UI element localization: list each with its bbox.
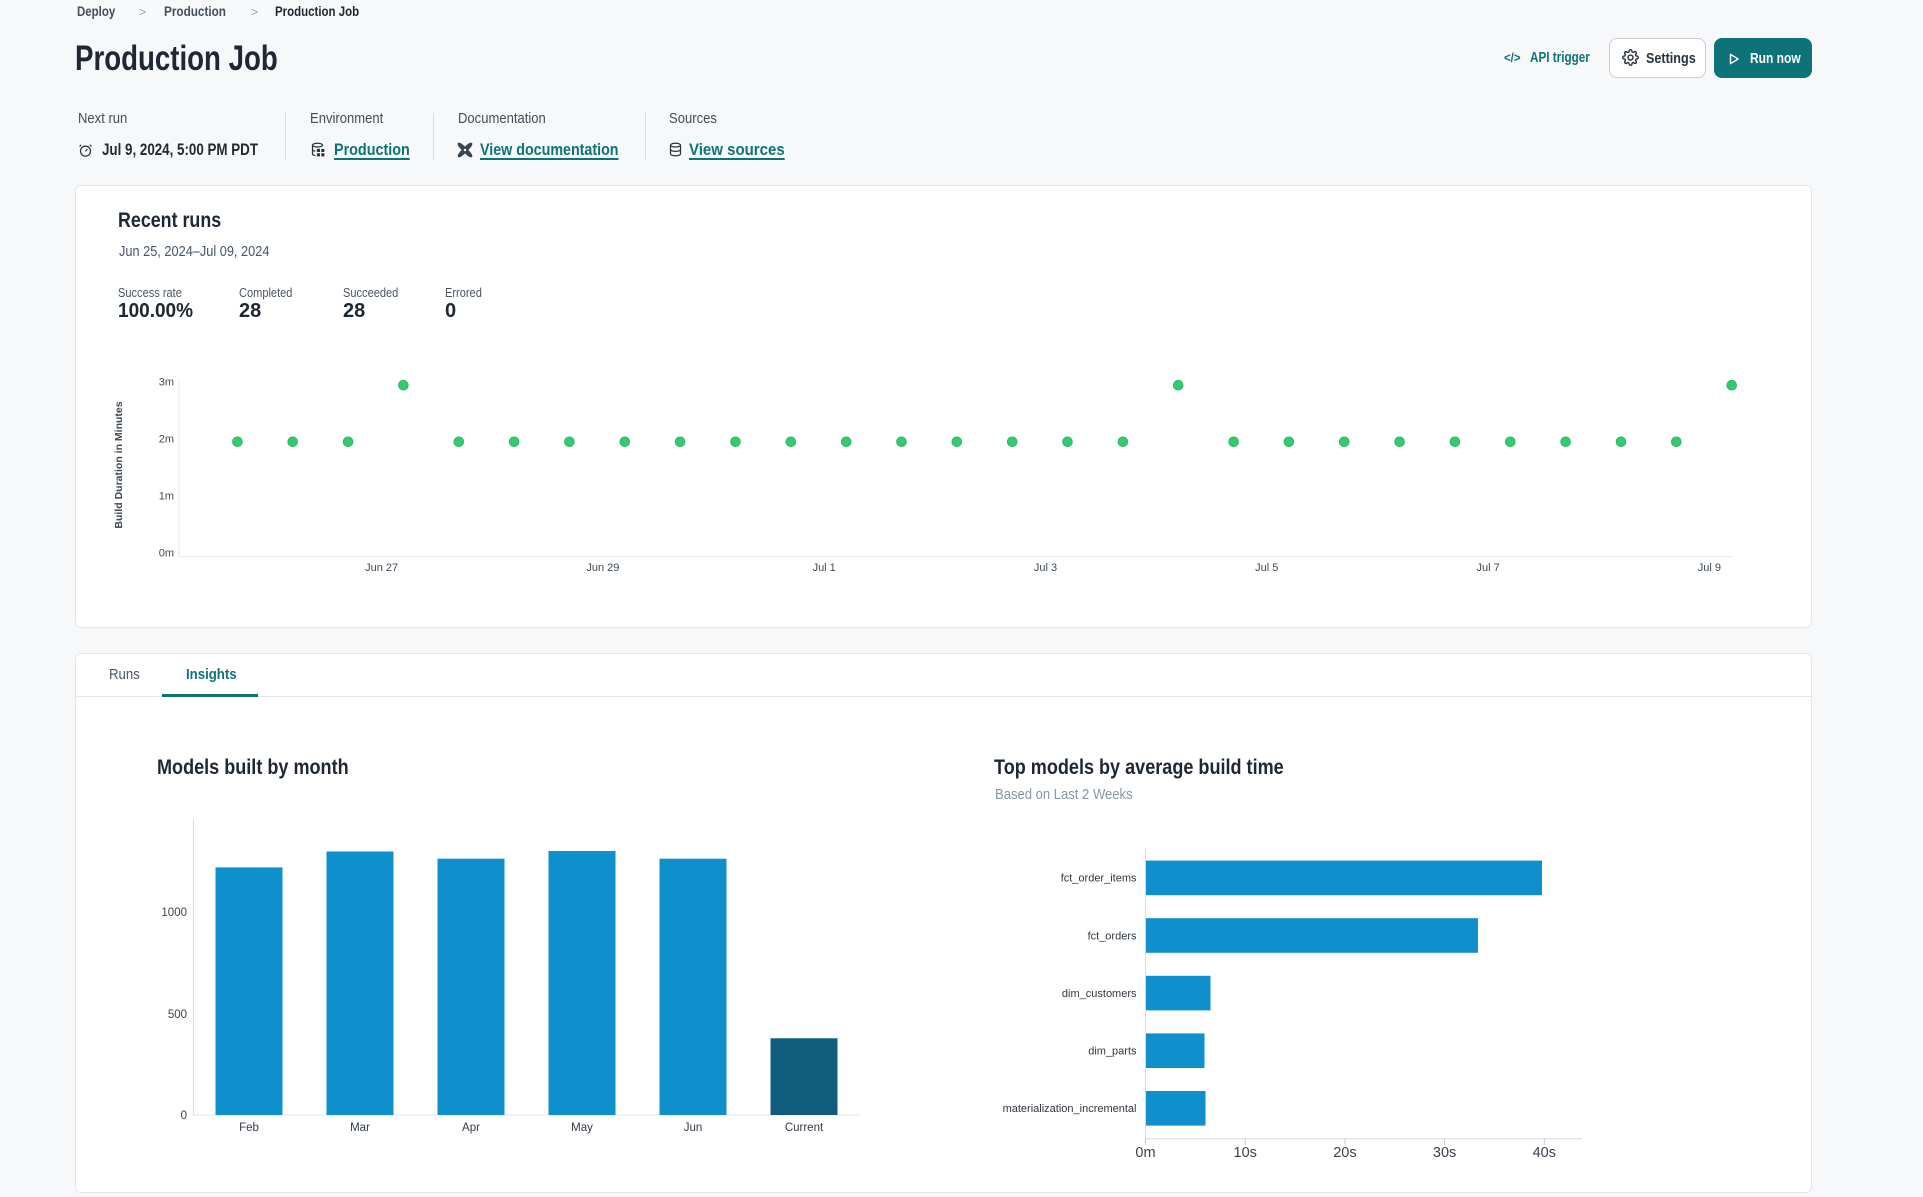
svg-text:Build Duration in Minutes: Build Duration in Minutes bbox=[113, 401, 125, 528]
svg-text:Mar: Mar bbox=[350, 1122, 370, 1134]
svg-text:Jul 1: Jul 1 bbox=[813, 562, 836, 574]
svg-text:40s: 40s bbox=[1533, 1145, 1556, 1161]
svg-text:fct_orders: fct_orders bbox=[1088, 930, 1137, 942]
svg-text:30s: 30s bbox=[1433, 1145, 1456, 1161]
svg-text:Current: Current bbox=[785, 1122, 824, 1134]
svg-text:1m: 1m bbox=[159, 490, 174, 502]
svg-text:materialization_incremental: materialization_incremental bbox=[1003, 1103, 1137, 1115]
svg-text:20s: 20s bbox=[1333, 1145, 1356, 1161]
svg-text:Jul 7: Jul 7 bbox=[1476, 562, 1499, 574]
svg-text:0: 0 bbox=[181, 1110, 187, 1122]
svg-text:fct_order_items: fct_order_items bbox=[1061, 873, 1137, 885]
svg-text:Jul 3: Jul 3 bbox=[1034, 562, 1057, 574]
svg-text:0m: 0m bbox=[159, 547, 174, 559]
svg-text:dim_customers: dim_customers bbox=[1062, 988, 1137, 1000]
svg-text:Jul 5: Jul 5 bbox=[1255, 562, 1278, 574]
svg-text:Apr: Apr bbox=[462, 1122, 480, 1134]
svg-text:Jul 9: Jul 9 bbox=[1698, 562, 1721, 574]
svg-text:500: 500 bbox=[168, 1009, 187, 1021]
svg-text:2m: 2m bbox=[159, 434, 174, 446]
svg-text:3m: 3m bbox=[159, 377, 174, 389]
svg-text:1000: 1000 bbox=[161, 907, 187, 919]
svg-text:0m: 0m bbox=[1135, 1145, 1155, 1161]
svg-text:May: May bbox=[571, 1122, 593, 1134]
svg-text:10s: 10s bbox=[1234, 1145, 1257, 1161]
svg-text:Jun 29: Jun 29 bbox=[586, 562, 619, 574]
svg-text:Feb: Feb bbox=[239, 1122, 259, 1134]
svg-text:dim_parts: dim_parts bbox=[1088, 1046, 1137, 1058]
svg-text:Jun 27: Jun 27 bbox=[365, 562, 398, 574]
svg-text:Jun: Jun bbox=[684, 1122, 703, 1134]
